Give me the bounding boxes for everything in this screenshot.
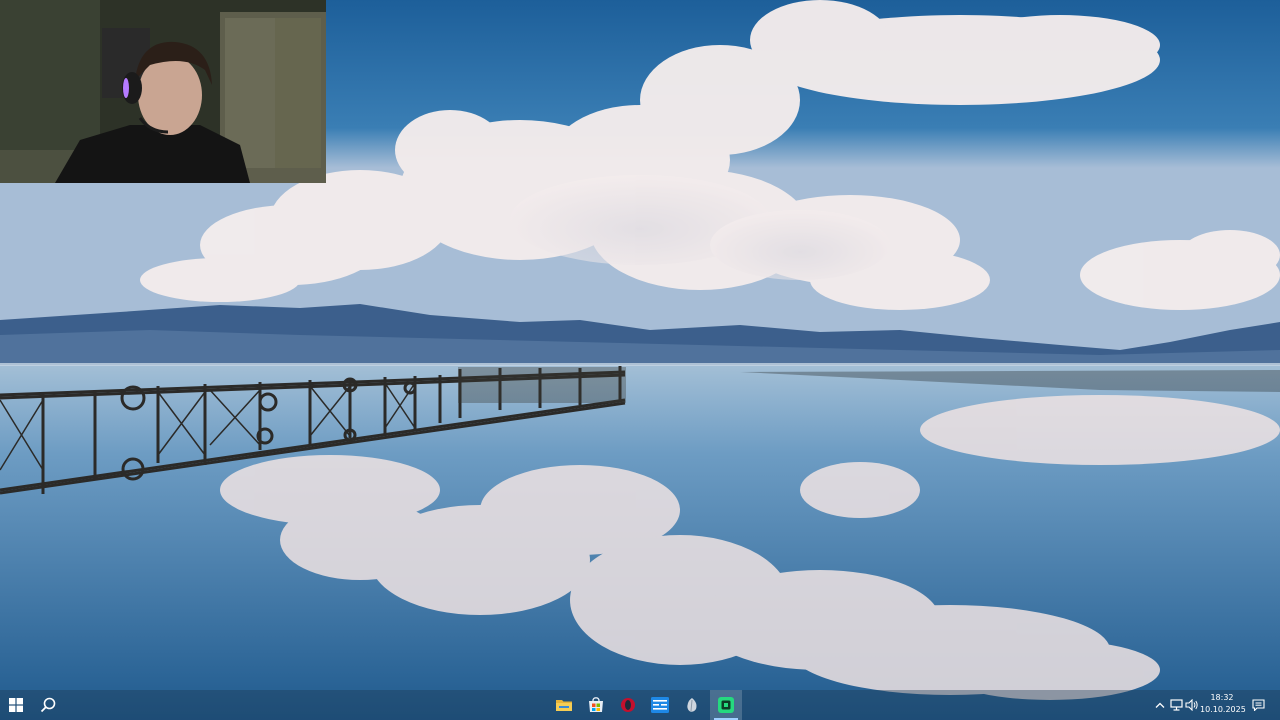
app-window-icon <box>651 697 669 713</box>
notification-icon <box>1251 699 1265 711</box>
volume-icon <box>1185 699 1198 711</box>
clock-time: 18:32 <box>1210 693 1234 702</box>
action-center-button[interactable] <box>1248 690 1268 720</box>
webcam-image <box>0 0 326 183</box>
folder-icon <box>556 700 572 711</box>
green-app-icon <box>718 697 734 713</box>
taskbar: 18:32 10.10.2025 <box>0 690 1280 720</box>
network-button[interactable] <box>1168 690 1184 720</box>
store-icon <box>589 697 603 712</box>
taskbar-clock[interactable]: 18:32 10.10.2025 <box>1200 692 1246 718</box>
show-hidden-icons-button[interactable] <box>1152 690 1168 720</box>
taskbar-app-window[interactable] <box>644 690 676 720</box>
windows-logo-icon <box>9 698 23 712</box>
taskbar-opera[interactable] <box>612 690 644 720</box>
volume-button[interactable] <box>1184 690 1200 720</box>
network-icon <box>1169 699 1183 711</box>
opera-icon <box>621 698 635 712</box>
taskbar-file-explorer[interactable] <box>548 690 580 720</box>
search-button[interactable] <box>32 690 64 720</box>
taskbar-app-green[interactable] <box>710 690 742 720</box>
start-button[interactable] <box>0 690 32 720</box>
chevron-up-icon <box>1155 702 1165 708</box>
taskbar-microsoft-store[interactable] <box>580 690 612 720</box>
leaf-icon <box>687 698 697 712</box>
taskbar-app-leaf[interactable] <box>676 690 708 720</box>
search-icon <box>40 697 56 713</box>
webcam-overlay <box>0 0 326 183</box>
clock-date: 10.10.2025 <box>1200 705 1246 714</box>
desktop: 18:32 10.10.2025 <box>0 0 1280 720</box>
